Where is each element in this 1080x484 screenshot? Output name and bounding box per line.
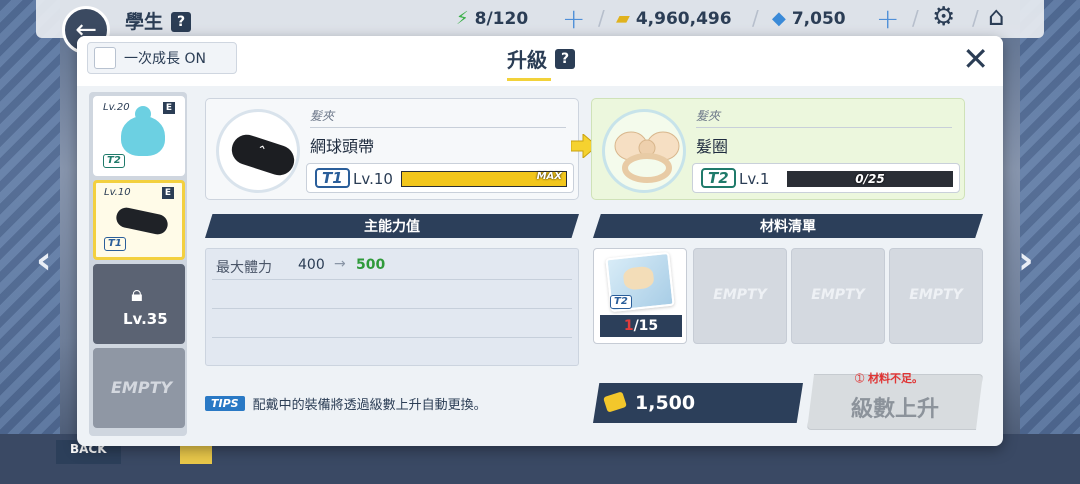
divider: / bbox=[912, 6, 919, 30]
stat-row bbox=[212, 309, 572, 338]
title-underline bbox=[507, 78, 551, 81]
empty-label: EMPTY bbox=[909, 287, 963, 303]
equipment-card-locked[interactable]: 🔒︎ Lv.35 bbox=[93, 264, 185, 344]
equipment-card-beanie[interactable]: Lv.20 E T2 bbox=[93, 96, 185, 176]
next-arrow-icon[interactable]: › bbox=[1018, 238, 1034, 282]
next-item-panel: 髮夾 髮圈 T2 Lv.1 0/25 bbox=[591, 98, 965, 200]
material-slot-empty: EMPTY bbox=[693, 248, 787, 344]
tier-badge: T2 bbox=[610, 295, 632, 309]
gear-icon[interactable]: ⚙ bbox=[932, 2, 955, 32]
equipment-list: Lv.20 E T2 Lv.10 E T1 🔒︎ Lv.35 EMPTY bbox=[89, 92, 187, 436]
divider bbox=[310, 127, 566, 128]
beanie-icon bbox=[121, 106, 165, 156]
headband-icon bbox=[227, 130, 299, 180]
empty-label: EMPTY bbox=[811, 287, 865, 303]
credit-icon: ▰ bbox=[616, 8, 630, 29]
stat-row bbox=[212, 280, 572, 309]
grade-badge: E bbox=[162, 187, 174, 199]
stat-name: 最大體力 bbox=[216, 260, 272, 276]
item-level: Lv.1 bbox=[739, 170, 770, 188]
one-grow-label: 一次成長 ON bbox=[124, 51, 206, 67]
help-icon[interactable]: ? bbox=[171, 12, 192, 32]
credit-icon bbox=[603, 391, 627, 413]
current-item-image bbox=[216, 109, 300, 193]
equipment-level: Lv.20 bbox=[103, 102, 130, 113]
help-icon[interactable]: ? bbox=[555, 48, 575, 69]
next-item-image bbox=[602, 109, 686, 193]
material-slot-empty: EMPTY bbox=[889, 248, 983, 344]
tips-badge: TIPS bbox=[205, 396, 245, 411]
ap-counter: ⚡ 8/120 bbox=[456, 8, 529, 29]
add-ap-button[interactable]: + bbox=[562, 2, 585, 35]
tier-badge: T1 bbox=[104, 237, 126, 251]
upgrade-modal: 一次成長 ON 升級 ? ✕ Lv.20 E T2 Lv.10 E T1 🔒︎ … bbox=[77, 36, 1003, 446]
exp-bar: MAX bbox=[401, 171, 567, 187]
material-slot[interactable]: T2 1/15 bbox=[593, 248, 687, 344]
materials-header: 材料清單 bbox=[593, 214, 983, 238]
current-item-panel: 髮夾 網球頭帶 T1 Lv.10 MAX bbox=[205, 98, 579, 200]
divider: / bbox=[972, 6, 979, 30]
level-box: T2 Lv.1 0/25 bbox=[692, 163, 960, 193]
credits-counter: ▰ 4,960,496 bbox=[616, 8, 732, 29]
exp-bar-label: 0/25 bbox=[855, 172, 885, 186]
item-category: 髮夾 bbox=[310, 109, 335, 123]
gems-counter: ◆ 7,050 bbox=[772, 8, 846, 29]
modal-header: 一次成長 ON 升級 ? ✕ bbox=[77, 36, 1003, 86]
material-need: /15 bbox=[633, 318, 659, 334]
level-box: T1 Lv.10 MAX bbox=[306, 163, 574, 193]
exp-bar: 0/25 bbox=[787, 171, 953, 187]
upgrade-cost: 1,500 bbox=[593, 383, 803, 423]
one-grow-toggle[interactable]: 一次成長 ON bbox=[87, 42, 237, 74]
stats-header: 主能力值 bbox=[205, 214, 579, 238]
empty-label: EMPTY bbox=[713, 287, 767, 303]
item-category: 髮夾 bbox=[696, 109, 721, 123]
scrunchie-icon bbox=[614, 131, 680, 183]
insufficient-materials-warning: ➀ 材料不足。 bbox=[855, 372, 924, 385]
item-name: 網球頭帶 bbox=[310, 137, 375, 156]
exp-bar-label: MAX bbox=[536, 171, 562, 182]
divider: / bbox=[598, 6, 605, 30]
tips-text: 配戴中的裝備將透過級數上升自動更換。 bbox=[252, 398, 487, 413]
item-name: 髮圈 bbox=[696, 137, 729, 156]
stat-row: 最大體力 400 → 500 bbox=[212, 251, 572, 280]
tier-badge: T2 bbox=[103, 154, 125, 168]
lightning-icon: ⚡ bbox=[456, 8, 469, 29]
close-button[interactable]: ✕ bbox=[962, 40, 989, 78]
tier-badge: T2 bbox=[701, 168, 736, 188]
equipment-level: Lv.10 bbox=[104, 187, 131, 198]
cost-value: 1,500 bbox=[635, 392, 696, 414]
home-icon[interactable]: ⌂ bbox=[988, 2, 1005, 32]
tips: TIPS 配戴中的裝備將透過級數上升自動更換。 bbox=[205, 394, 487, 413]
stat-to: 500 bbox=[356, 257, 386, 273]
modal-title: 升級 ? bbox=[507, 44, 575, 81]
stat-from: 400 bbox=[298, 257, 325, 273]
material-slot-empty: EMPTY bbox=[791, 248, 885, 344]
gem-icon: ◆ bbox=[772, 8, 786, 29]
stats-list: 最大體力 400 → 500 bbox=[205, 248, 579, 366]
one-grow-checkbox[interactable] bbox=[94, 47, 116, 69]
upgrade-button-label: 級數上升 bbox=[850, 397, 939, 422]
material-count: 1/15 bbox=[600, 315, 682, 337]
headband-icon bbox=[114, 205, 170, 237]
add-gems-button[interactable]: + bbox=[876, 2, 899, 35]
lock-icon: 🔒︎ bbox=[131, 282, 143, 307]
divider: / bbox=[752, 6, 759, 30]
unlock-level: Lv.35 bbox=[123, 310, 168, 328]
item-level: Lv.10 bbox=[353, 170, 393, 188]
grade-badge: E bbox=[163, 102, 175, 114]
prev-arrow-icon[interactable]: ‹ bbox=[36, 238, 52, 282]
equipment-card-empty: EMPTY bbox=[93, 348, 185, 428]
equipment-card-headband[interactable]: Lv.10 E T1 bbox=[93, 180, 185, 260]
divider bbox=[696, 127, 952, 128]
material-have: 1 bbox=[623, 318, 634, 334]
empty-label: EMPTY bbox=[111, 378, 173, 397]
arrow-right-icon: → bbox=[334, 256, 346, 272]
page-title: 學生? bbox=[125, 7, 192, 34]
tier-badge: T1 bbox=[315, 168, 350, 188]
